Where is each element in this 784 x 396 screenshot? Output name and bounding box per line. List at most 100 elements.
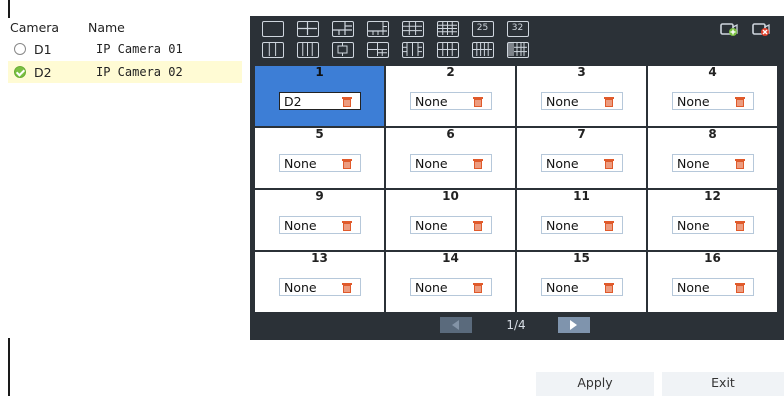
window-cell-2[interactable]: 2 None [386, 65, 515, 126]
camera-row-d2[interactable]: D2 IP Camera 02 [8, 61, 242, 83]
camera-select[interactable]: None [541, 216, 623, 234]
window-number: 15 [573, 251, 590, 265]
window-number: 3 [577, 65, 586, 79]
camera-select[interactable]: None [672, 278, 754, 296]
trash-icon[interactable] [735, 158, 745, 169]
next-page-button[interactable] [558, 317, 590, 333]
trash-icon[interactable] [735, 282, 745, 293]
camera-select[interactable]: None [541, 154, 623, 172]
window-cell-16[interactable]: 16 None [648, 251, 777, 312]
window-cell-10[interactable]: 10 None [386, 189, 515, 250]
layout-14-button[interactable] [507, 42, 529, 58]
layout-7-button[interactable] [367, 42, 389, 58]
camera-select[interactable]: None [279, 154, 361, 172]
apply-button[interactable]: Apply [536, 372, 654, 396]
layout-3-icon [268, 43, 277, 56]
window-grid: 1 D2 2 None 3 None 4 None 5 None 6 None 7 None 8 None 9 N… [255, 65, 779, 312]
window-number: 5 [315, 127, 324, 141]
window-cell-3[interactable]: 3 None [517, 65, 646, 126]
trash-icon[interactable] [342, 220, 352, 231]
trash-icon[interactable] [604, 220, 614, 231]
trash-icon[interactable] [342, 282, 352, 293]
camera-radio-d2[interactable] [14, 66, 26, 78]
exit-button[interactable]: Exit [662, 372, 784, 396]
camera-select[interactable]: None [279, 216, 361, 234]
camera-select[interactable]: D2 [279, 92, 361, 110]
camera-select[interactable]: None [541, 92, 623, 110]
layout-6-icon [333, 22, 352, 35]
previous-page-button[interactable] [440, 317, 472, 333]
camera-select-value: None [415, 280, 448, 295]
window-cell-12[interactable]: 12 None [648, 189, 777, 250]
window-cell-11[interactable]: 11 None [517, 189, 646, 250]
window-cell-14[interactable]: 14 None [386, 251, 515, 312]
trash-icon[interactable] [342, 158, 352, 169]
window-cell-5[interactable]: 5 None [255, 127, 384, 188]
arrow-left-icon [452, 320, 459, 330]
layout-25-label: 25 [476, 23, 489, 33]
trash-icon[interactable] [473, 96, 483, 107]
camera-select-value: D2 [284, 94, 302, 109]
remove-camera-icon[interactable] [752, 20, 772, 38]
window-cell-9[interactable]: 9 None [255, 189, 384, 250]
layout-1-button[interactable] [262, 21, 284, 37]
layout-1-icon [263, 22, 282, 35]
camera-select[interactable]: None [672, 216, 754, 234]
layout-5-button[interactable] [332, 42, 354, 58]
arrow-right-icon [570, 320, 577, 330]
name-column-header: Name [88, 20, 125, 35]
camera-select-value: None [415, 156, 448, 171]
trash-icon[interactable] [735, 220, 745, 231]
trash-icon[interactable] [342, 96, 352, 107]
camera-list: Camera Name D1 IP Camera 01 D2 IP Camera… [8, 18, 242, 338]
layout-16-button[interactable] [437, 21, 459, 37]
layout-13-button[interactable] [472, 42, 494, 58]
camera-select[interactable]: None [279, 278, 361, 296]
camera-name: IP Camera 01 [96, 42, 183, 56]
camera-select[interactable]: None [410, 216, 492, 234]
layout-8-icon [368, 22, 387, 35]
trash-icon[interactable] [604, 96, 614, 107]
window-cell-6[interactable]: 6 None [386, 127, 515, 188]
camera-select-value: None [546, 94, 579, 109]
trash-icon[interactable] [604, 282, 614, 293]
window-cell-8[interactable]: 8 None [648, 127, 777, 188]
window-number: 11 [573, 189, 590, 203]
layout-5-icon [337, 43, 348, 56]
camera-select[interactable]: None [672, 154, 754, 172]
camera-select-value: None [284, 156, 317, 171]
trash-icon[interactable] [473, 282, 483, 293]
window-cell-15[interactable]: 15 None [517, 251, 646, 312]
window-cell-4[interactable]: 4 None [648, 65, 777, 126]
trash-icon[interactable] [473, 220, 483, 231]
camera-row-d1[interactable]: D1 IP Camera 01 [8, 38, 242, 60]
layout-9-button[interactable] [402, 21, 424, 37]
camera-select[interactable]: None [672, 92, 754, 110]
layout-4v-icon [302, 43, 313, 56]
layout-3-button[interactable] [262, 42, 284, 58]
trash-icon[interactable] [735, 96, 745, 107]
add-camera-icon[interactable] [720, 20, 740, 38]
window-cell-13[interactable]: 13 None [255, 251, 384, 312]
layout-12-button[interactable] [437, 42, 459, 58]
camera-select[interactable]: None [410, 154, 492, 172]
trash-icon[interactable] [473, 158, 483, 169]
camera-select[interactable]: None [410, 278, 492, 296]
layout-10-button[interactable] [402, 42, 424, 58]
layout-13-icon [473, 43, 492, 56]
layout-4v-button[interactable] [297, 42, 319, 58]
window-number: 2 [446, 65, 455, 79]
window-cell-1[interactable]: 1 D2 [255, 65, 384, 126]
trash-icon[interactable] [604, 158, 614, 169]
camera-select[interactable]: None [541, 278, 623, 296]
layout-32-button[interactable]: 32 [507, 21, 529, 37]
layout-4-button[interactable] [297, 21, 319, 37]
layout-32-label: 32 [511, 23, 524, 33]
layout-25-button[interactable]: 25 [472, 21, 494, 37]
layout-6-button[interactable] [332, 21, 354, 37]
camera-select[interactable]: None [410, 92, 492, 110]
window-cell-7[interactable]: 7 None [517, 127, 646, 188]
camera-select-value: None [284, 280, 317, 295]
camera-radio-d1[interactable] [14, 43, 26, 55]
layout-8-button[interactable] [367, 21, 389, 37]
